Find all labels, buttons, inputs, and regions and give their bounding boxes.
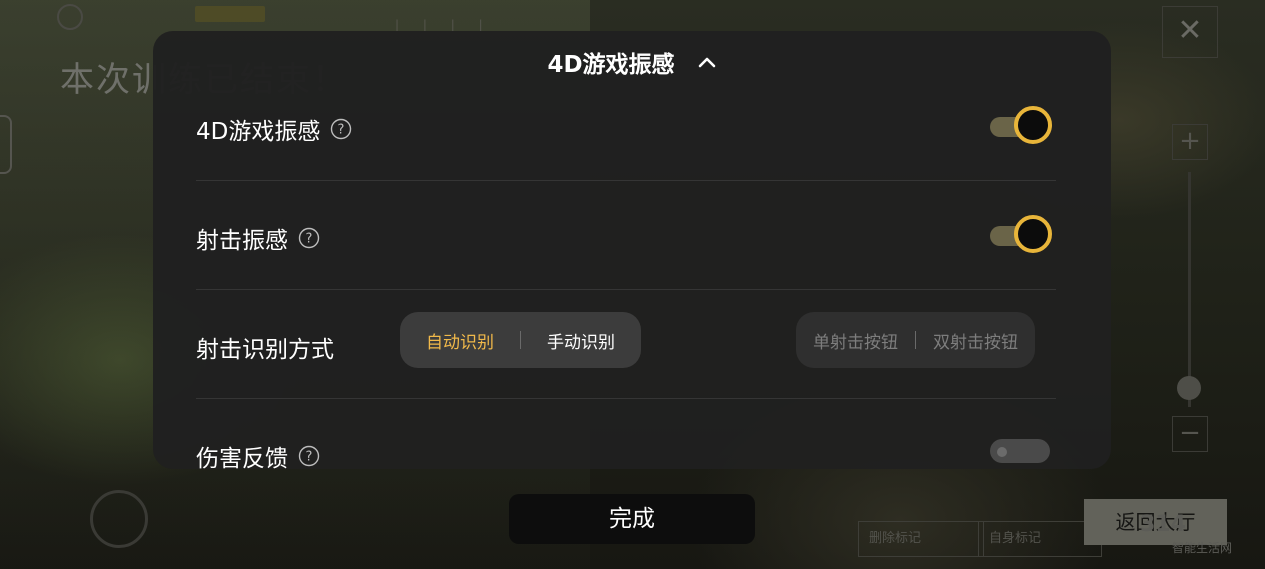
settings-icon <box>57 4 83 30</box>
done-button[interactable]: 完成 <box>509 494 755 544</box>
row-label: 4D游戏振感 ? <box>196 112 352 146</box>
option-manual-detect[interactable]: 手动识别 <box>521 328 641 353</box>
vibration-settings-panel: 4D游戏振感 4D游戏振感 ? 射击振感 ? 射击识别方式 自动识别 手动识别 … <box>153 31 1111 469</box>
side-handle <box>0 115 12 174</box>
toggle-damage-feedback[interactable] <box>990 429 1050 469</box>
compass-bar: | | | | <box>395 18 493 32</box>
shoot-button-selector: 单射击按钮 双射击按钮 <box>796 312 1035 368</box>
option-auto-detect[interactable]: 自动识别 <box>400 328 520 353</box>
help-icon[interactable]: ? <box>298 445 320 467</box>
option-single-shoot[interactable]: 单射击按钮 <box>796 328 915 353</box>
zoom-slider[interactable] <box>1188 172 1191 407</box>
toggle-knob <box>1014 215 1052 253</box>
delete-marker-button[interactable]: 删除标记 <box>858 521 984 557</box>
row-label-text: 射击识别方式 <box>196 337 334 363</box>
watermark-text: 智能生活网 <box>1172 541 1233 555</box>
close-icon[interactable]: ✕ <box>1162 6 1218 58</box>
row-label-text: 4D游戏振感 <box>196 119 321 145</box>
row-label-text: 射击振感 <box>196 228 288 254</box>
row-label: 射击识别方式 <box>196 330 334 364</box>
toggle-knob <box>1014 106 1052 144</box>
zoom-slider-knob[interactable] <box>1177 376 1201 400</box>
row-shooting-vibration: 射击振感 ? <box>196 181 1056 290</box>
svg-text:?: ? <box>306 450 313 465</box>
help-icon[interactable]: ? <box>330 118 352 140</box>
option-dual-shoot[interactable]: 双射击按钮 <box>916 328 1035 353</box>
row-4d-vibration: 4D游戏振感 ? <box>196 72 1056 181</box>
backpack-icon <box>90 490 148 548</box>
row-shooting-detection: 射击识别方式 自动识别 手动识别 单射击按钮 双射击按钮 <box>196 290 1056 399</box>
watermark-logo: 314 <box>1140 512 1186 537</box>
chevron-up-icon[interactable] <box>697 54 717 70</box>
svg-text:?: ? <box>338 123 345 138</box>
zoom-out-icon[interactable]: − <box>1172 416 1208 452</box>
toggle-4d-vibration[interactable] <box>990 106 1052 147</box>
svg-text:?: ? <box>306 232 313 247</box>
zoom-in-icon[interactable]: + <box>1172 124 1208 160</box>
row-damage-feedback: 伤害反馈 ? <box>196 399 1056 469</box>
row-label: 射击振感 ? <box>196 221 320 255</box>
detection-mode-selector: 自动识别 手动识别 <box>400 312 641 368</box>
toggle-knob <box>997 447 1007 457</box>
row-label: 伤害反馈 ? <box>196 439 320 469</box>
help-icon[interactable]: ? <box>298 227 320 249</box>
rank-tag <box>195 6 265 22</box>
row-label-text: 伤害反馈 <box>196 446 288 469</box>
toggle-shooting-vibration[interactable] <box>990 215 1052 256</box>
